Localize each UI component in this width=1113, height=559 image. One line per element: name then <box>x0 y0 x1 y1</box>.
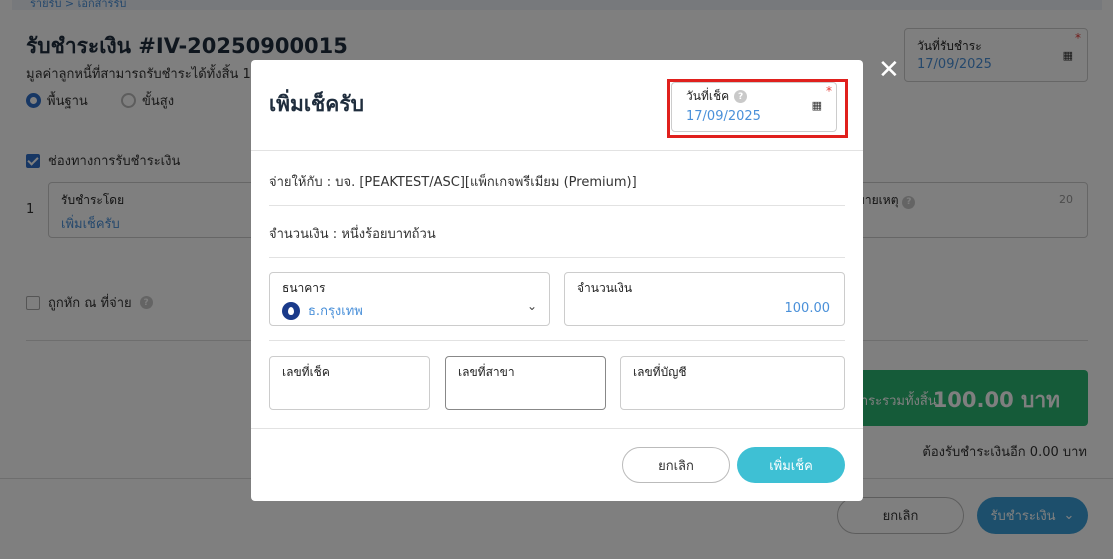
divider <box>269 205 845 206</box>
bank-value: ธ.กรุงเทพ <box>282 300 363 321</box>
cancel-button[interactable]: ยกเลิก <box>622 447 730 483</box>
close-icon[interactable]: ✕ <box>878 56 900 84</box>
check-number-input[interactable]: เลขที่เช็ค <box>269 356 430 410</box>
check-number-label: เลขที่เช็ค <box>282 365 330 379</box>
divider <box>251 150 863 151</box>
branch-number-input[interactable]: เลขที่สาขา <box>445 356 606 410</box>
chevron-down-icon: ⌄ <box>526 299 537 313</box>
amount-in-words: จำนวนเงิน : หนึ่งร้อยบาทถ้วน <box>269 227 436 242</box>
bank-label: ธนาคาร <box>282 281 326 295</box>
bank-logo-icon <box>282 301 300 320</box>
amount-value: 100.00 <box>784 301 831 316</box>
divider <box>269 340 845 341</box>
highlight-box <box>667 79 848 138</box>
bank-name: ธ.กรุงเทพ <box>308 304 363 319</box>
divider <box>269 257 845 258</box>
divider <box>251 428 863 429</box>
account-number-input[interactable]: เลขที่บัญชี <box>620 356 845 410</box>
branch-number-label: เลขที่สาขา <box>458 365 515 379</box>
account-number-label: เลขที่บัญชี <box>633 365 687 379</box>
amount-input[interactable]: จำนวนเงิน 100.00 <box>564 272 845 326</box>
add-check-modal: เพิ่มเช็ครับ วันที่เช็ค ? 17/09/2025 ▦ *… <box>251 60 863 501</box>
pay-to-text: จ่ายให้กับ : บจ. [PEAKTEST/ASC][แพ็กเกจพ… <box>269 175 637 190</box>
add-check-button[interactable]: เพิ่มเช็ค <box>737 447 845 483</box>
amount-label: จำนวนเงิน <box>577 281 633 295</box>
modal-title: เพิ่มเช็ครับ <box>269 92 364 116</box>
bank-select[interactable]: ธนาคาร ธ.กรุงเทพ ⌄ <box>269 272 550 326</box>
